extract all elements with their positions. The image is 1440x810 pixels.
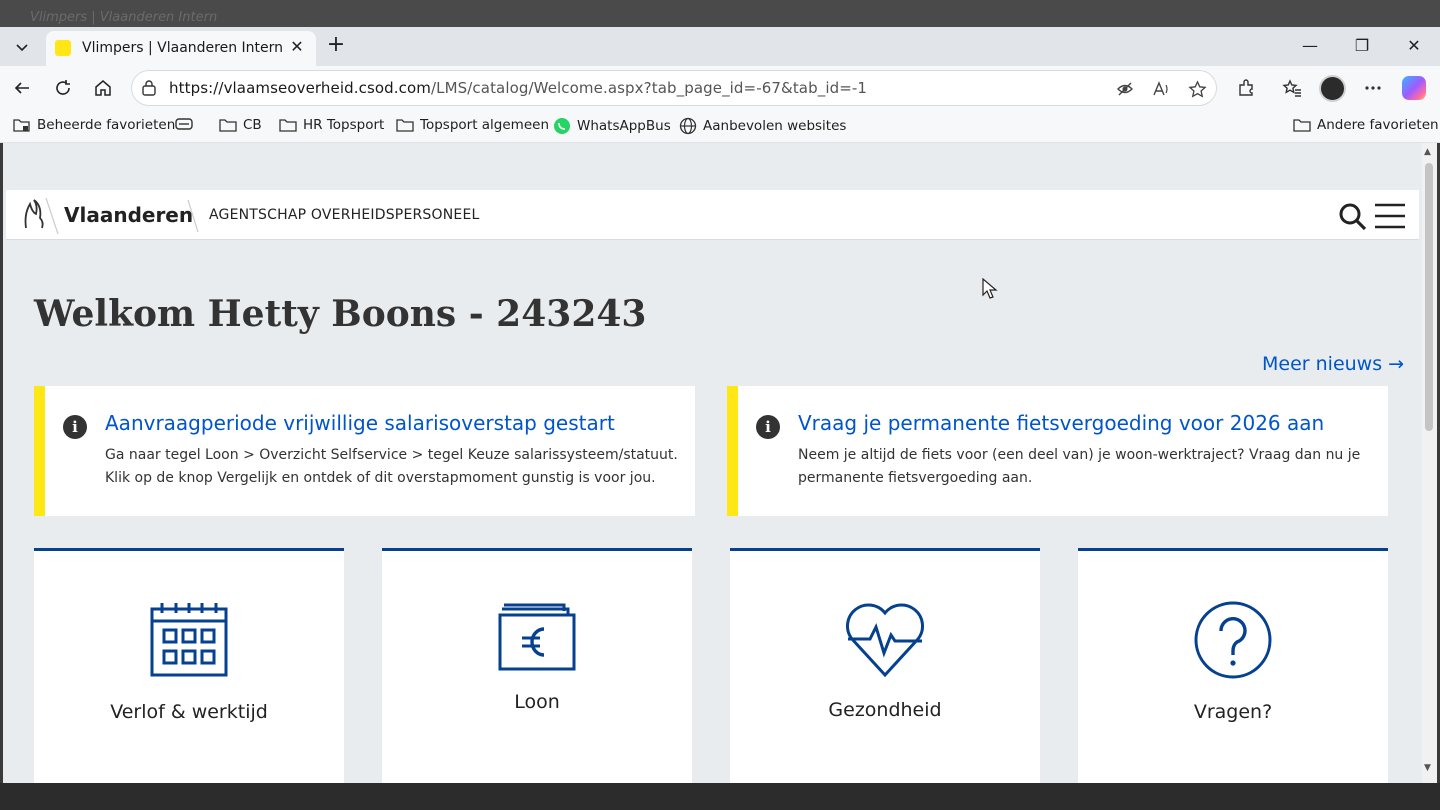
favorite-hr-topsport[interactable]: HR Topsport: [279, 117, 384, 133]
news-body: Neem je altijd de fiets voor (een deel v…: [798, 447, 1361, 486]
favorite-aanbevolen[interactable]: Aanbevolen websites: [679, 117, 846, 135]
favorite-star-icon[interactable]: [1187, 79, 1207, 99]
tab-list-button[interactable]: [6, 33, 38, 61]
favorite-label: CB: [243, 117, 262, 133]
favorite-whatsappbus[interactable]: WhatsAppBus: [553, 117, 671, 135]
news-card[interactable]: i Vraag je permanente fietsvergoeding vo…: [727, 386, 1388, 516]
tile-label: Verlof & werktijd: [110, 701, 268, 723]
vlaanderen-lion-logo-icon[interactable]: [18, 196, 60, 236]
back-button[interactable]: [8, 74, 36, 102]
page-title: Welkom Hetty Boons - 243243: [34, 293, 647, 335]
other-favorites-label: Andere favorieten: [1317, 117, 1439, 133]
tile-label: Gezondheid: [828, 699, 942, 721]
tile-vragen[interactable]: Vragen?: [1078, 548, 1388, 783]
favorite-managed[interactable]: Beheerde favorieten: [13, 117, 175, 133]
news-title[interactable]: Aanvraagperiode vrijwillige salarisovers…: [105, 411, 615, 435]
browser-toolbar: https://vlaamseoverheid.csod.com/LMS/cat…: [0, 66, 1440, 110]
heart-pulse-icon: [846, 603, 924, 678]
favorite-link[interactable]: [175, 117, 193, 131]
favorite-label: Topsport algemeen: [420, 117, 549, 133]
favorite-topsport-algemeen[interactable]: Topsport algemeen: [396, 117, 549, 133]
favorite-cb[interactable]: CB: [219, 117, 262, 133]
favorites-list-icon[interactable]: [1280, 76, 1304, 100]
info-icon: i: [63, 415, 87, 439]
site-header: Vlaanderen AGENTSCHAP OVERHEIDSPERSONEEL: [6, 190, 1419, 240]
tracking-prevention-icon[interactable]: [1115, 79, 1135, 99]
folder-icon: [1293, 119, 1311, 132]
folder-icon: [279, 119, 297, 132]
tile-label: Loon: [514, 691, 560, 713]
read-aloud-icon[interactable]: [1151, 79, 1171, 99]
address-bar[interactable]: https://vlaamseoverheid.csod.com/LMS/cat…: [131, 70, 1217, 106]
tile-gezondheid[interactable]: Gezondheid: [730, 548, 1040, 783]
agency-name: AGENTSCHAP OVERHEIDSPERSONEEL: [209, 207, 480, 223]
home-button[interactable]: [89, 74, 117, 102]
scroll-down-icon[interactable]: ▼: [1424, 763, 1431, 773]
tab-close-icon[interactable]: ✕: [288, 38, 306, 56]
site-info-icon[interactable]: [141, 80, 157, 100]
tile-label: Vragen?: [1193, 701, 1273, 723]
news-card[interactable]: i Aanvraagperiode vrijwillige salarisove…: [34, 386, 695, 516]
copilot-icon[interactable]: [1402, 76, 1426, 100]
tab-strip: Vlimpers | Vlaanderen Intern ✕ + — ❐ ✕: [0, 27, 1440, 66]
header-divider: [187, 199, 199, 233]
restore-button[interactable]: ❐: [1344, 33, 1380, 59]
close-window-button[interactable]: ✕: [1396, 33, 1432, 59]
page-content: Vlaanderen AGENTSCHAP OVERHEIDSPERSONEEL…: [3, 143, 1422, 783]
background-window-titlebar: Vlimpers | Vlaanderen Intern: [0, 0, 1440, 27]
link-icon: [175, 118, 193, 130]
site-logo-text[interactable]: Vlaanderen: [64, 203, 193, 227]
favorites-bar: Beheerde favorieten CB HR Topsport Topsp…: [0, 110, 1440, 143]
globe-icon: [679, 117, 697, 135]
more-news-link[interactable]: Meer nieuws →: [1262, 353, 1404, 375]
home-icon: [95, 80, 111, 96]
info-icon: i: [756, 415, 780, 439]
favorite-label: WhatsAppBus: [577, 118, 671, 134]
tile-loon[interactable]: Loon: [382, 548, 692, 783]
url-host: https://vlaamseoverheid.csod.com: [169, 79, 431, 97]
euro-wallet-icon: [498, 603, 576, 671]
page-scrollbar[interactable]: ▲ ▼: [1422, 143, 1437, 783]
extensions-icon[interactable]: [1234, 76, 1258, 100]
minimize-button[interactable]: —: [1292, 33, 1328, 59]
refresh-icon: [56, 80, 70, 95]
chevron-down-icon: [16, 44, 28, 52]
favorite-label: Beheerde favorieten: [37, 117, 176, 133]
search-icon[interactable]: [1338, 202, 1368, 232]
folder-icon: [219, 119, 237, 132]
mouse-cursor-icon: [982, 278, 998, 299]
favorite-label: Aanbevolen websites: [703, 118, 847, 134]
active-tab[interactable]: Vlimpers | Vlaanderen Intern ✕: [46, 31, 316, 66]
new-tab-button[interactable]: +: [322, 32, 350, 60]
vlaanderen-favicon-icon: [55, 40, 71, 56]
folder-icon: [396, 119, 414, 132]
managed-folder-icon: [13, 119, 30, 132]
profile-avatar[interactable]: [1319, 75, 1346, 102]
whatsapp-icon: [554, 118, 570, 134]
url-text[interactable]: https://vlaamseoverheid.csod.com/LMS/cat…: [169, 79, 867, 97]
scroll-up-icon[interactable]: ▲: [1424, 147, 1431, 157]
tab-title: Vlimpers | Vlaanderen Intern: [82, 40, 284, 56]
hamburger-menu-icon[interactable]: [1374, 202, 1406, 230]
news-body: Ga naar tegel Loon > Overzicht Selfservi…: [105, 447, 678, 486]
question-icon: [1194, 601, 1272, 679]
taskbar-strip: [0, 783, 1440, 810]
other-favorites[interactable]: Andere favorieten: [1293, 117, 1439, 133]
news-title[interactable]: Vraag je permanente fietsvergoeding voor…: [798, 411, 1324, 435]
background-tab-title: Vlimpers | Vlaanderen Intern: [30, 10, 218, 25]
tile-verlof-werktijd[interactable]: Verlof & werktijd: [34, 548, 344, 783]
calendar-icon: [150, 603, 228, 677]
scroll-thumb[interactable]: [1425, 163, 1433, 431]
favorite-label: HR Topsport: [303, 117, 385, 133]
more-menu-icon[interactable]: [1361, 76, 1385, 100]
back-arrow-icon: [14, 82, 29, 94]
refresh-button[interactable]: [49, 74, 77, 102]
url-path: /LMS/catalog/Welcome.aspx?tab_page_id=-6…: [431, 79, 868, 97]
